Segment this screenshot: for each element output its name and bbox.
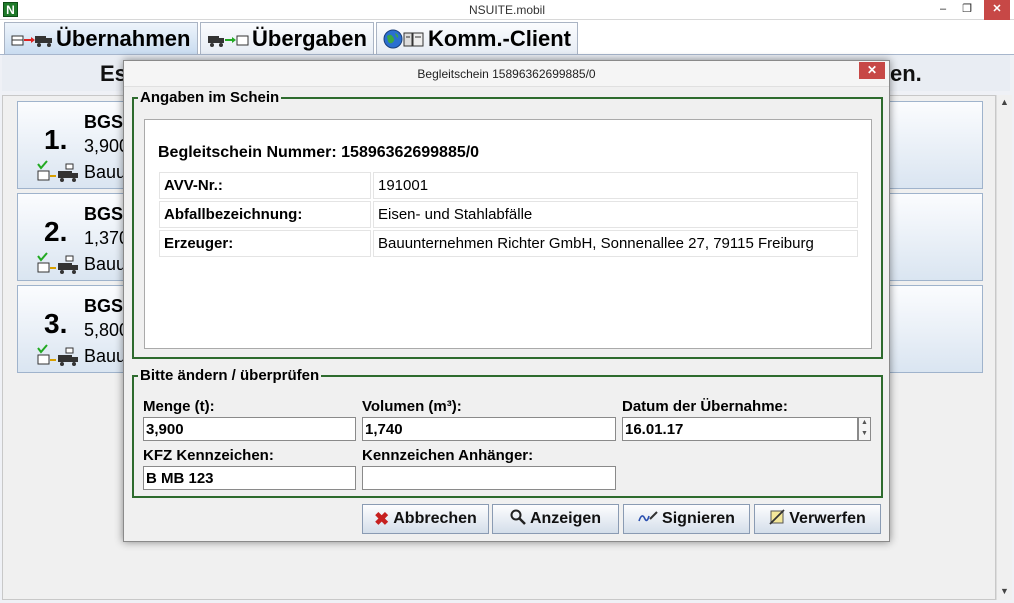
anhaenger-label: Kennzeichen Anhänger: — [362, 447, 534, 464]
container-to-truck-icon — [11, 30, 53, 48]
tab-komm-client[interactable]: Komm.-Client — [376, 22, 578, 54]
discard-button[interactable]: Verwerfen — [754, 504, 881, 534]
container-truck-check-icon — [36, 160, 80, 189]
dialog-close-button[interactable]: ✕ — [859, 62, 885, 79]
truck-to-container-icon — [207, 30, 249, 48]
dialog-title: Begleitschein 15896362699885/0 — [124, 61, 889, 87]
item-description: Bauu — [84, 254, 127, 274]
info-label: Abfallbezeichnung: — [159, 201, 371, 228]
group-angaben-label: Angaben im Schein — [138, 89, 282, 106]
button-label: Signieren — [662, 510, 735, 527]
info-value: Eisen- und Stahlabfälle — [373, 201, 858, 228]
tab-label: Übernahmen — [56, 25, 191, 51]
info-row-avv: AVV-Nr.: 191001 — [159, 172, 858, 199]
info-row-abfall: Abfallbezeichnung: Eisen- und Stahlabfäl… — [159, 201, 858, 228]
begleitschein-number: Begleitschein Nummer: 15896362699885/0 — [158, 144, 480, 161]
item-code: BGS — [84, 112, 124, 132]
item-number: 1. — [44, 124, 68, 155]
item-description: Bauu — [84, 162, 127, 182]
scroll-up-icon[interactable]: ▲ — [1000, 97, 1009, 107]
spinner-down-icon[interactable]: ▼ — [861, 430, 868, 437]
list-scrollbar[interactable]: ▲ ▼ — [996, 95, 1012, 600]
container-truck-check-icon — [36, 344, 80, 373]
tab-uebernahmen[interactable]: Übernahmen — [4, 22, 198, 54]
info-value: Bauunternehmen Richter GmbH, Sonnenallee… — [373, 230, 858, 257]
signature-pen-icon — [638, 510, 658, 529]
button-label: Anzeigen — [529, 510, 602, 527]
info-row-erzeuger: Erzeuger: Bauunternehmen Richter GmbH, S… — [159, 230, 858, 257]
tab-label: Komm.-Client — [428, 25, 571, 51]
red-x-icon: ✖ — [374, 508, 390, 529]
window-title: NSUITE.mobil — [468, 3, 545, 17]
anhaenger-input[interactable] — [362, 466, 616, 490]
close-window-button[interactable]: ✕ — [984, 0, 1010, 20]
headline-right: en. — [890, 61, 922, 86]
tab-label: Übergaben — [252, 25, 367, 51]
item-description: Bauu — [84, 346, 127, 366]
menge-input[interactable]: 3,900 — [143, 417, 356, 441]
kfz-input[interactable]: B MB 123 — [143, 466, 356, 490]
tab-bar: Übernahmen Übergaben Komm.-Client — [0, 20, 1014, 54]
magnifier-icon — [510, 509, 526, 530]
datum-label: Datum der Übernahme: — [622, 398, 788, 415]
button-label: Abbrechen — [393, 510, 477, 527]
sign-button[interactable]: Signieren — [623, 504, 750, 534]
menge-label: Menge (t): — [143, 398, 215, 415]
container-truck-check-icon — [36, 252, 80, 281]
minimize-button[interactable]: – — [932, 0, 954, 20]
kfz-label: KFZ Kennzeichen: — [143, 447, 274, 464]
globe-server-icon — [383, 29, 425, 49]
group-aendern: Bitte ändern / überprüfen Menge (t): 3,9… — [132, 367, 883, 498]
info-value: 191001 — [373, 172, 858, 199]
info-box: Begleitschein Nummer: 15896362699885/0 A… — [144, 119, 872, 349]
group-angaben: Angaben im Schein Begleitschein Nummer: … — [132, 89, 883, 359]
maximize-button[interactable]: ❐ — [956, 0, 978, 20]
volumen-label: Volumen (m³): — [362, 398, 462, 415]
begleitschein-dialog: Begleitschein 15896362699885/0 ✕ Angaben… — [123, 60, 890, 542]
scroll-down-icon[interactable]: ▼ — [1000, 586, 1009, 596]
tab-uebergaben[interactable]: Übergaben — [200, 22, 374, 54]
item-code: BGS — [84, 296, 124, 316]
spinner-up-icon[interactable]: ▲ — [861, 419, 868, 426]
info-label: Erzeuger: — [159, 230, 371, 257]
discard-note-icon — [769, 508, 785, 530]
group-aendern-label: Bitte ändern / überprüfen — [138, 367, 322, 384]
item-number: 2. — [44, 216, 68, 247]
show-button[interactable]: Anzeigen — [492, 504, 619, 534]
cancel-button[interactable]: ✖ Abbrechen — [362, 504, 489, 534]
item-number: 3. — [44, 308, 68, 339]
button-label: Verwerfen — [789, 510, 866, 527]
volumen-input[interactable]: 1,740 — [362, 417, 616, 441]
title-bar: N NSUITE.mobil – ❐ ✕ — [0, 0, 1014, 20]
datum-input[interactable]: 16.01.17 — [622, 417, 858, 441]
item-code: BGS — [84, 204, 124, 224]
datum-spinner[interactable]: ▲ ▼ — [858, 417, 871, 441]
info-label: AVV-Nr.: — [159, 172, 371, 199]
